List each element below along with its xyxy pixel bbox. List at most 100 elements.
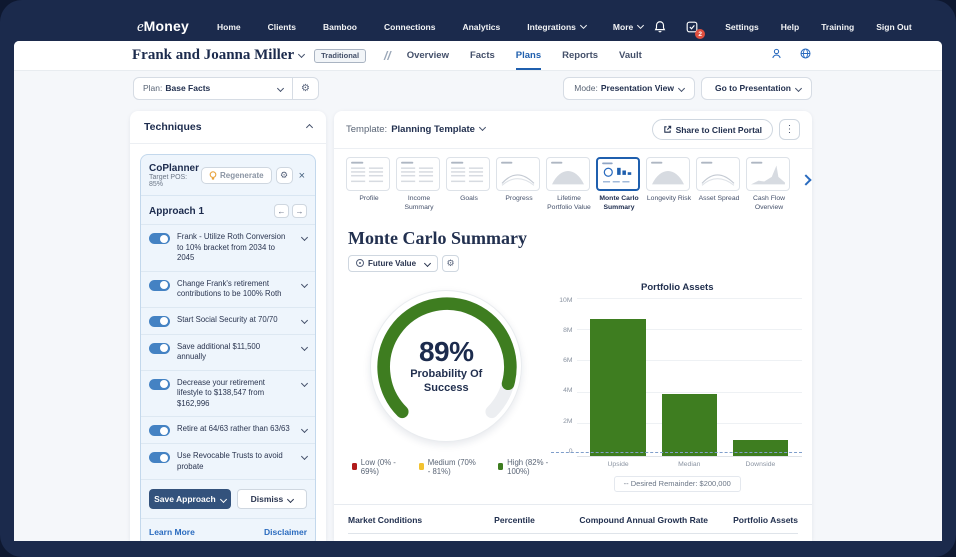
coplanner-card: CoPlanner Target POS: 85% Regenerate ⚙ × [140,154,316,541]
slide-thumbnail-lifetime-portfolio-value[interactable]: Lifetime Portfolio Value [546,157,592,213]
bar-downside [733,440,789,456]
slide-thumbnail-asset-spread[interactable]: Asset Spread [696,157,742,204]
technique-row-4[interactable]: Save additional $11,500 annually [141,334,315,370]
technique-toggle[interactable] [149,343,170,354]
chevron-down-icon [287,496,294,503]
technique-row-5[interactable]: Decrease your retirement lifestyle to $1… [141,370,315,417]
tab-plans[interactable]: Plans [516,41,541,70]
slide-thumbnail-income-summary[interactable]: Income Summary [396,157,442,213]
technique-toggle[interactable] [149,452,170,463]
coplanner-settings-button[interactable]: ⚙ [276,167,293,184]
future-value-dropdown[interactable]: Future Value [348,255,438,272]
chevron-down-icon [298,51,305,58]
technique-row-6[interactable]: Retire at 64/63 rather than 63/63 [141,416,315,443]
nav-item-sign-out[interactable]: Sign Out [876,22,911,32]
tab-vault[interactable]: Vault [619,41,642,70]
chevron-down-icon [637,22,644,29]
slide-thumbnail-monte-carlo-summary[interactable]: Monte Carlo Summary [596,157,642,213]
chevron-down-icon [424,260,431,267]
table-header-row: Market ConditionsPercentileCompound Annu… [348,505,798,534]
save-approach-button[interactable]: Save Approach [149,489,231,509]
technique-label: Frank - Utilize Roth Conversion to 10% b… [177,232,290,264]
technique-toggle[interactable] [149,233,170,244]
thumbnail-label: Income Summary [396,195,442,213]
technique-toggle[interactable] [149,379,170,390]
probability-legend: Low (0% - 69%)Medium (70% - 81%)High (82… [340,458,553,476]
chevron-down-icon [277,84,284,91]
tab-facts[interactable]: Facts [470,41,495,70]
x-axis-label: Downside [725,461,795,468]
technique-row-7[interactable]: Use Revocable Trusts to avoid probate [141,443,315,479]
technique-toggle[interactable] [149,316,170,327]
technique-row-3[interactable]: Start Social Security at 70/70 [141,307,315,334]
plan-settings-button[interactable]: ⚙ [292,78,318,99]
user-profile-icon[interactable] [770,47,783,65]
technique-row-2[interactable]: Change Frank's retirement contributions … [141,271,315,307]
nav-item-analytics[interactable]: Analytics [462,22,500,32]
content-area: Techniques CoPlanner Target POS: 85% [14,105,942,541]
nav-item-more[interactable]: More [613,22,643,32]
chevron-down-icon [301,281,308,288]
arrow-left-icon: ← [278,207,286,216]
chart-settings-button[interactable]: ⚙ [442,255,459,272]
share-label: Share to Client Portal [676,125,762,135]
dismiss-button[interactable]: Dismiss [237,489,307,509]
nav-item-settings[interactable]: Settings [725,22,759,32]
techniques-header[interactable]: Techniques [130,111,326,144]
chevron-right-icon [800,174,811,185]
nav-item-clients[interactable]: Clients [268,22,296,32]
go-to-presentation-button[interactable]: Go to Presentation [701,77,812,100]
notification-badge: 2 [695,29,705,39]
nav-item-help[interactable]: Help [781,22,799,32]
emoney-logo[interactable]: eMoney [137,18,189,36]
thumbnail-preview [646,157,690,191]
probability-gauge: 89% Probability Of Success [370,290,522,442]
slide-thumbnail-progress[interactable]: Progress [496,157,542,204]
thumbnail-label: Lifetime Portfolio Value [546,195,592,213]
coplanner-target-pos: Target POS: 85% [149,174,201,188]
tab-reports[interactable]: Reports [562,41,598,70]
chevron-down-icon [301,380,308,387]
nav-item-connections[interactable]: Connections [384,22,435,32]
tab-overview[interactable]: Overview [407,41,449,70]
close-coplanner-button[interactable]: × [297,170,307,182]
mode-selector[interactable]: Mode:Presentation View [563,77,695,100]
tasks-icon[interactable]: 2 [685,20,699,34]
regenerate-button[interactable]: Regenerate [201,167,272,184]
technique-toggle[interactable] [149,425,170,436]
learn-more-link[interactable]: Learn More [149,527,195,537]
nav-item-integrations[interactable]: Integrations [527,22,586,32]
technique-toggle[interactable] [149,280,170,291]
disclaimer-link[interactable]: Disclaimer [264,527,307,537]
thumbnail-preview [546,157,590,191]
notifications-bell-icon[interactable] [653,20,667,34]
nav-item-training[interactable]: Training [821,22,854,32]
gear-icon: ⚙ [301,83,310,94]
thumbnail-preview [746,157,790,191]
legend-item: Low (0% - 69%) [352,458,399,476]
slide-thumbnail-profile[interactable]: Profile [346,157,392,204]
template-selector[interactable]: Planning Template [391,124,485,135]
chevron-down-icon [220,496,227,503]
table-sketch-icon [447,158,489,190]
monte-carlo-visuals: 89% Probability Of Success Low (0% - 69%… [334,278,812,492]
more-options-button[interactable]: ⋮ [779,119,800,140]
approach-label: Approach 1 [149,206,204,217]
technique-list: Frank - Utilize Roth Conversion to 10% b… [141,224,315,479]
thumbnail-label: Monte Carlo Summary [596,195,642,213]
carousel-next-button[interactable] [797,173,810,191]
share-to-client-portal-button[interactable]: Share to Client Portal [652,119,773,140]
slide-thumbnail-cash-flow-overview[interactable]: Cash Flow Overview [746,157,792,213]
previous-approach-button[interactable]: ← [274,204,289,218]
mountain-sketch-icon [747,158,789,190]
nav-item-bamboo[interactable]: Bamboo [323,22,357,32]
y-tick-label: 2M [553,419,573,426]
slide-thumbnail-longevity-risk[interactable]: Longevity Risk [646,157,692,204]
client-name-dropdown[interactable]: Frank and Joanna Miller [132,47,304,64]
nav-item-home[interactable]: Home [217,22,241,32]
next-approach-button[interactable]: → [292,204,307,218]
plan-selector[interactable]: Plan:Base Facts ⚙ [133,77,319,100]
technique-row-1[interactable]: Frank - Utilize Roth Conversion to 10% b… [141,224,315,271]
slide-thumbnail-goals[interactable]: Goals [446,157,492,204]
globe-icon[interactable] [799,47,812,65]
